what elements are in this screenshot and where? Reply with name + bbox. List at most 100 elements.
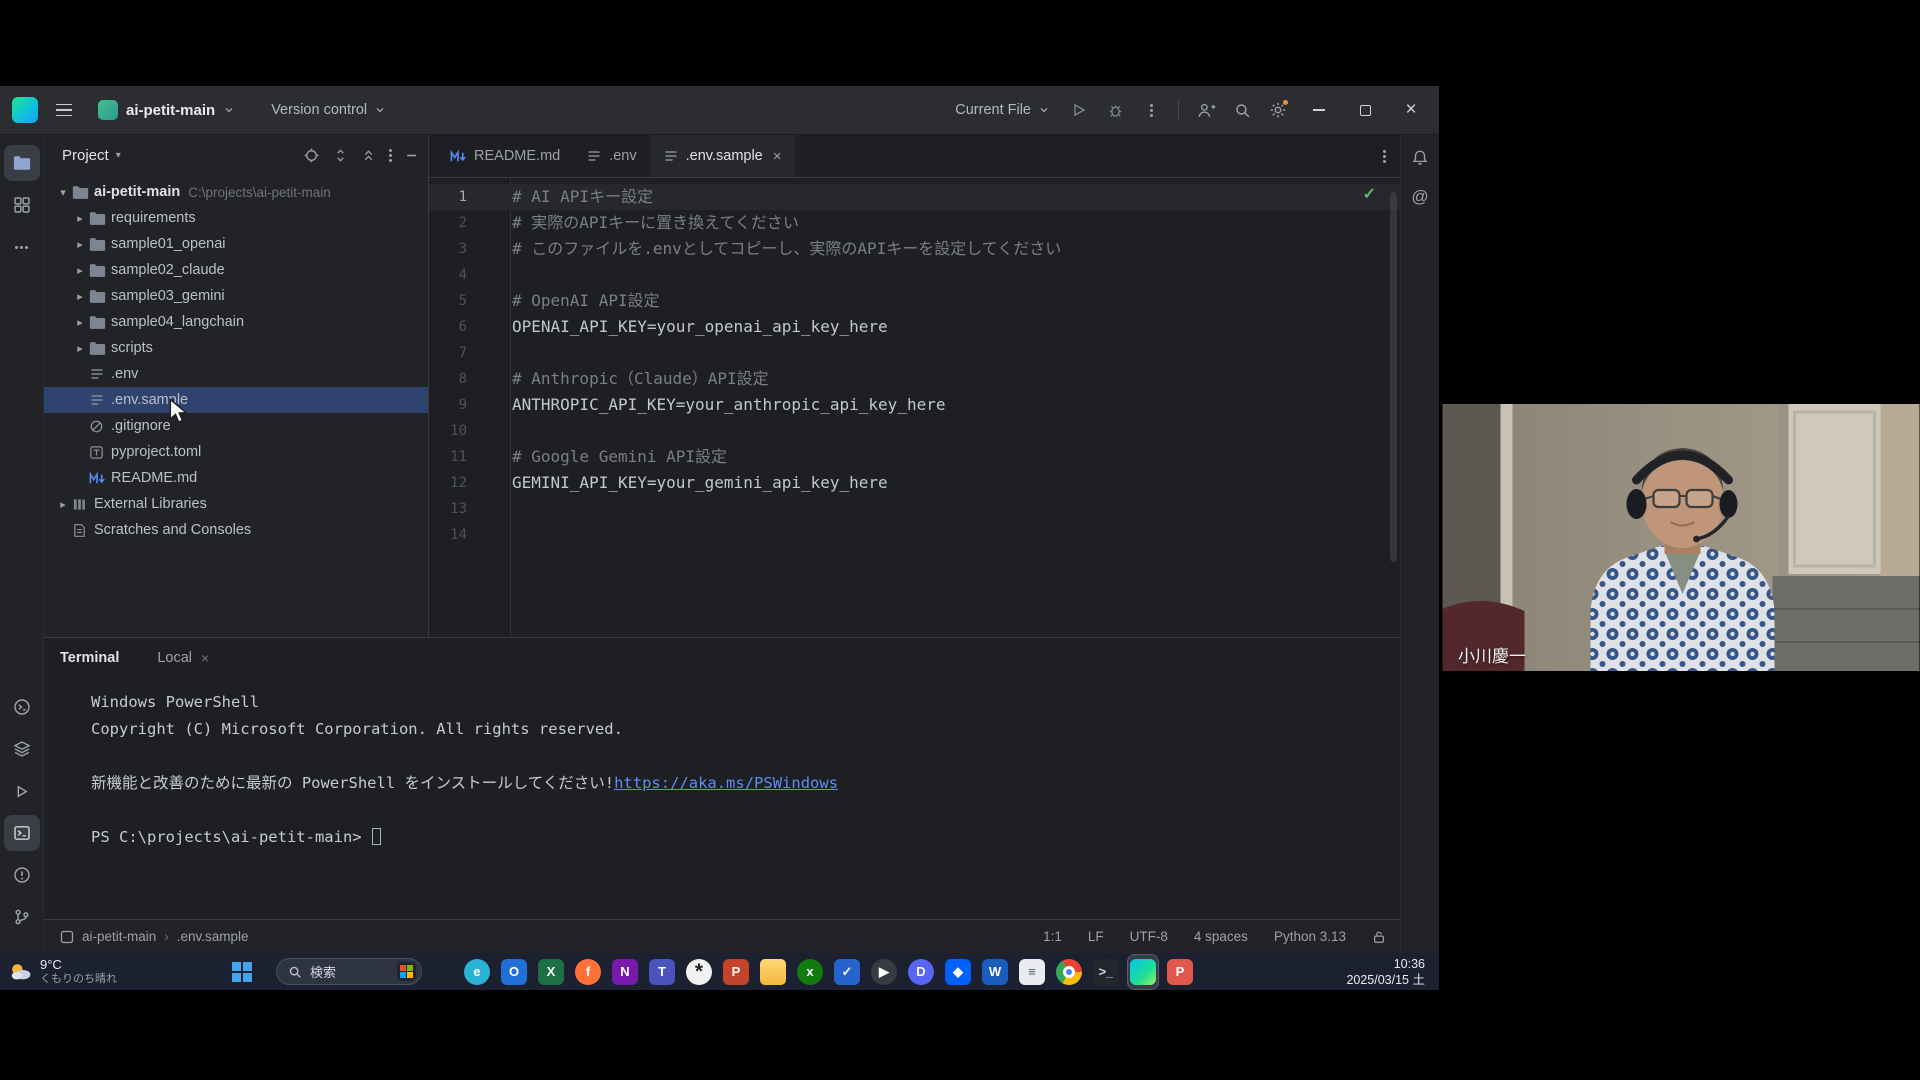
chevron-right-icon[interactable]: ▸ xyxy=(71,342,89,355)
structure-tool-button[interactable] xyxy=(4,187,40,223)
tree-item-scripts[interactable]: ▸scripts xyxy=(44,335,428,361)
chevron-right-icon[interactable]: ▸ xyxy=(71,264,89,277)
inspections-ok-icon[interactable]: ✓ xyxy=(1363,184,1376,204)
run-button[interactable] xyxy=(1062,94,1096,126)
code-line-8[interactable]: 8# Anthropic（Claude）API設定 xyxy=(429,366,1400,392)
chevron-right-icon[interactable]: ▸ xyxy=(71,290,89,303)
project-tool-button[interactable] xyxy=(4,145,40,181)
project-panel-title[interactable]: Project xyxy=(62,147,109,164)
version-control-button[interactable]: Version control xyxy=(263,98,394,122)
taskbar-icon-firefox[interactable]: f xyxy=(573,955,603,989)
terminal-tab-close-icon[interactable]: × xyxy=(201,650,209,666)
tree-item-README.md[interactable]: README.md xyxy=(44,465,428,491)
code-line-10[interactable]: 10 xyxy=(429,418,1400,444)
taskbar-icon-pycharm[interactable] xyxy=(1128,955,1158,989)
taskbar-icon-terminal[interactable]: >_ xyxy=(1091,955,1121,989)
python-packages-tool-button[interactable] xyxy=(4,731,40,767)
tree-item-ai-petit-main[interactable]: ▾ai-petit-mainC:\projects\ai-petit-main xyxy=(44,179,428,205)
taskbar-icon-dropbox[interactable]: ◆ xyxy=(943,955,973,989)
collapse-all-icon[interactable] xyxy=(361,148,376,163)
chevron-down-icon[interactable]: ▾ xyxy=(54,186,72,199)
chevron-right-icon[interactable]: ▸ xyxy=(71,316,89,329)
code-line-3[interactable]: 3# このファイルを.envとしてコピーし、実際のAPIキーを設定してください xyxy=(429,236,1400,262)
code-line-11[interactable]: 11# Google Gemini API設定 xyxy=(429,444,1400,470)
code-line-1[interactable]: 1# AI APIキー設定 xyxy=(429,184,1400,210)
taskbar-icon-onenote[interactable]: N xyxy=(610,955,640,989)
taskbar-icon-todo[interactable]: ✓ xyxy=(832,955,862,989)
taskbar-icon-xbox[interactable]: x xyxy=(795,955,825,989)
terminal-title[interactable]: Terminal xyxy=(60,650,119,666)
tree-item-sample03_gemini[interactable]: ▸sample03_gemini xyxy=(44,283,428,309)
taskbar-search-box[interactable]: 検索 xyxy=(276,958,422,985)
terminal-cursor[interactable] xyxy=(372,828,381,845)
terminal-link[interactable]: https://aka.ms/PSWindows xyxy=(614,774,838,792)
code-line-13[interactable]: 13 xyxy=(429,496,1400,522)
lock-icon[interactable] xyxy=(1372,930,1386,944)
maximize-button[interactable] xyxy=(1343,86,1387,135)
chevron-right-icon[interactable]: ▸ xyxy=(71,212,89,225)
problems-tool-button[interactable] xyxy=(4,857,40,893)
minimize-button[interactable] xyxy=(1297,86,1341,135)
taskbar-icon-discord[interactable]: D xyxy=(906,955,936,989)
services-tool-button[interactable] xyxy=(4,773,40,809)
project-selector[interactable]: ai-petit-main xyxy=(90,96,243,124)
start-button[interactable] xyxy=(226,956,257,987)
editor[interactable]: 1# AI APIキー設定2# 実際のAPIキーに置き換えてください3# このフ… xyxy=(429,178,1400,637)
tree-item-pyproject.toml[interactable]: pyproject.toml xyxy=(44,439,428,465)
taskbar-icon-chrome[interactable] xyxy=(1054,955,1084,989)
taskbar-icon-word[interactable]: W xyxy=(980,955,1010,989)
tree-item-sample02_claude[interactable]: ▸sample02_claude xyxy=(44,257,428,283)
terminal-tool-button[interactable] xyxy=(4,815,40,851)
notifications-bell-icon[interactable] xyxy=(1411,149,1429,167)
file-encoding[interactable]: UTF-8 xyxy=(1130,929,1168,944)
expand-collapse-icon[interactable] xyxy=(333,148,348,163)
code-with-me-button[interactable] xyxy=(1189,94,1223,126)
taskbar-icon-media-player[interactable]: ▶ xyxy=(869,955,899,989)
code-line-12[interactable]: 12GEMINI_API_KEY=your_gemini_api_key_her… xyxy=(429,470,1400,496)
editor-scrollbar[interactable] xyxy=(1390,192,1397,562)
close-button[interactable]: × xyxy=(1389,86,1433,135)
taskbar-icon-edge[interactable]: e xyxy=(462,955,492,989)
tree-item-.env.sample[interactable]: .env.sample xyxy=(44,387,428,413)
settings-button[interactable] xyxy=(1261,94,1295,126)
taskbar-icon-powerpoint[interactable]: P xyxy=(721,955,751,989)
chevron-right-icon[interactable]: ▸ xyxy=(71,238,89,251)
taskbar-icon-chatgpt[interactable]: * xyxy=(684,955,714,989)
tree-item-.gitignore[interactable]: .gitignore xyxy=(44,413,428,439)
locate-file-icon[interactable] xyxy=(303,147,320,164)
editor-tab-.env[interactable]: .env xyxy=(573,135,649,177)
tree-item-Scratches and Consoles[interactable]: Scratches and Consoles xyxy=(44,517,428,543)
caret-position[interactable]: 1:1 xyxy=(1043,929,1062,944)
code-line-6[interactable]: 6OPENAI_API_KEY=your_openai_api_key_here xyxy=(429,314,1400,340)
code-line-5[interactable]: 5# OpenAI API設定 xyxy=(429,288,1400,314)
breadcrumb-project[interactable]: ai-petit-main xyxy=(82,929,156,944)
taskbar-icon-excel[interactable]: X xyxy=(536,955,566,989)
taskbar-icon-teams[interactable]: T xyxy=(647,955,677,989)
main-menu-button[interactable] xyxy=(48,95,80,125)
more-tool-windows-button[interactable] xyxy=(4,229,40,265)
python-console-tool-button[interactable] xyxy=(4,689,40,725)
tree-item-.env[interactable]: .env xyxy=(44,361,428,387)
run-configuration-selector[interactable]: Current File xyxy=(945,98,1060,122)
taskbar-icon-explorer[interactable] xyxy=(758,955,788,989)
tree-item-sample01_openai[interactable]: ▸sample01_openai xyxy=(44,231,428,257)
editor-tab-.env.sample[interactable]: .env.sample× xyxy=(650,135,795,177)
tree-item-sample04_langchain[interactable]: ▸sample04_langchain xyxy=(44,309,428,335)
debug-button[interactable] xyxy=(1098,94,1132,126)
taskbar-icon-paint[interactable]: P xyxy=(1165,955,1195,989)
panel-options-icon[interactable] xyxy=(389,154,392,157)
search-everywhere-button[interactable] xyxy=(1225,94,1259,126)
hide-panel-icon[interactable] xyxy=(405,149,418,162)
version-control-tool-button[interactable] xyxy=(4,899,40,935)
editor-tab-README.md[interactable]: README.md xyxy=(437,135,573,177)
chevron-right-icon[interactable]: ▸ xyxy=(54,498,72,511)
indent-setting[interactable]: 4 spaces xyxy=(1194,929,1248,944)
code-line-7[interactable]: 7 xyxy=(429,340,1400,366)
taskbar-icon-notepad[interactable]: ≡ xyxy=(1017,955,1047,989)
ai-assistant-icon[interactable]: @ xyxy=(1411,187,1428,207)
breadcrumb-file[interactable]: .env.sample xyxy=(177,929,249,944)
weather-widget[interactable]: 9°C くもりのち晴れ xyxy=(8,953,117,990)
line-separator[interactable]: LF xyxy=(1088,929,1104,944)
more-actions-button[interactable] xyxy=(1134,94,1168,126)
terminal-output[interactable]: Windows PowerShellCopyright (C) Microsof… xyxy=(44,677,1400,851)
